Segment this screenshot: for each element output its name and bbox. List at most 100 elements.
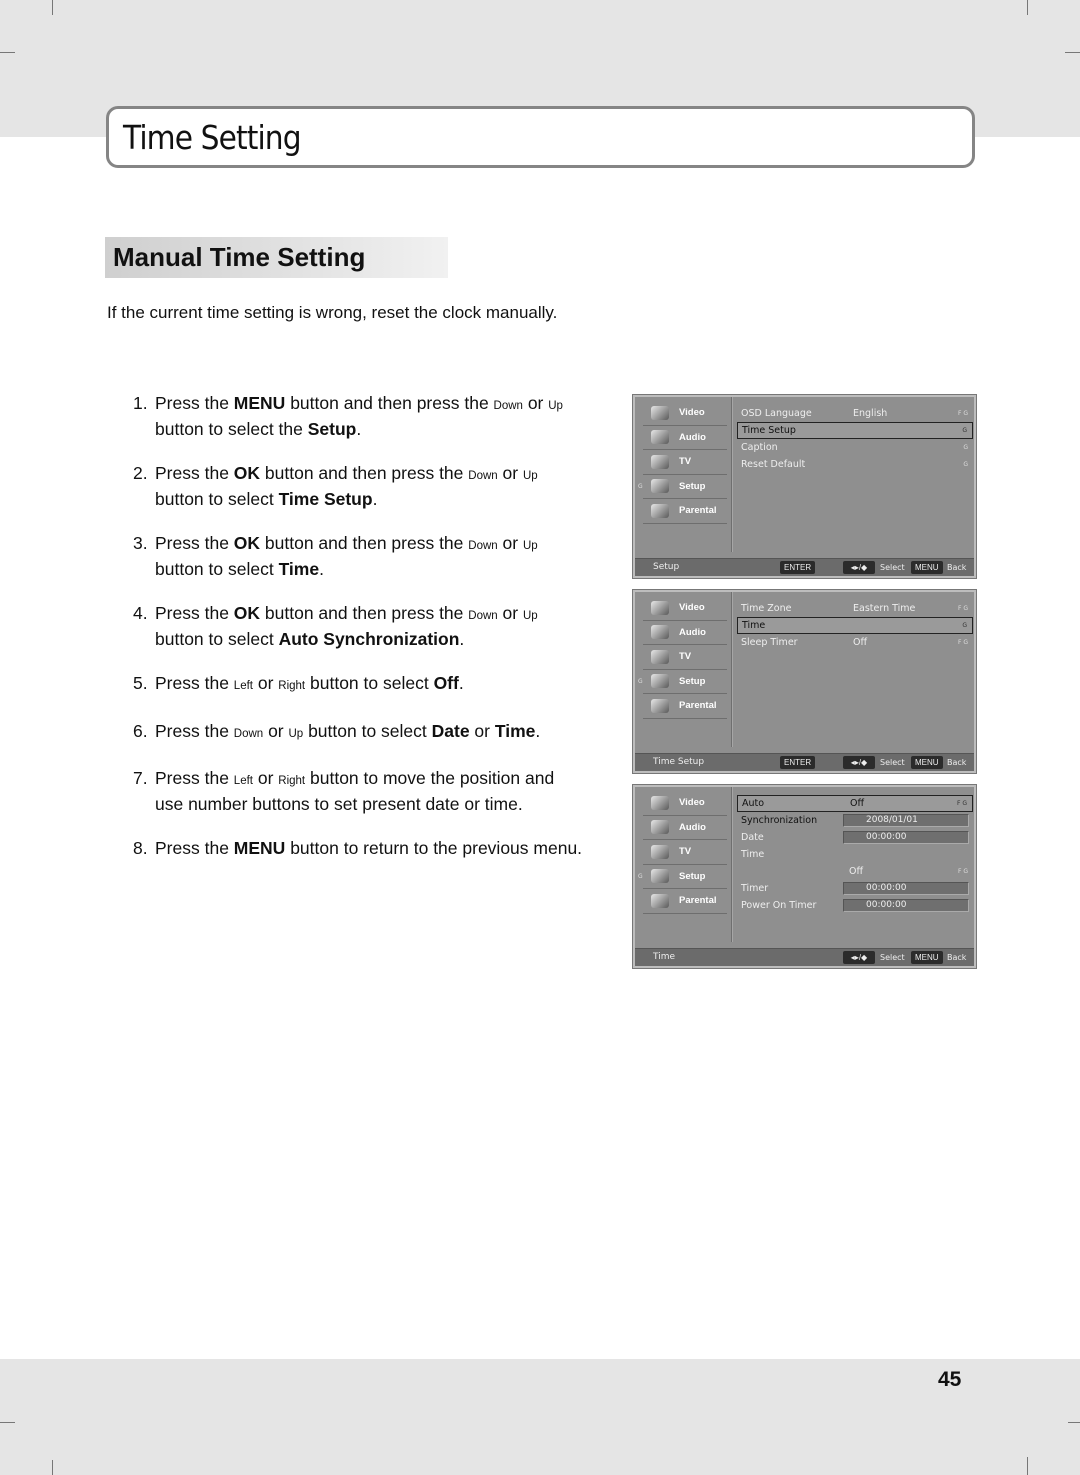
step-button-name: Up: [548, 400, 563, 412]
step-button-name: Left: [233, 680, 253, 692]
osd-row-label: Time: [742, 620, 766, 631]
step-keyword: Auto Synchronization: [278, 628, 460, 649]
step-text-run: button and then press the: [285, 393, 494, 413]
step-text: Press the Left or Right button to move t…: [155, 767, 583, 815]
osd-row-marks: G: [962, 427, 967, 434]
tv-icon: [651, 454, 669, 469]
setup-icon: [651, 674, 669, 689]
osd-menu-row: Off F G: [737, 863, 973, 880]
osd-location: Setup: [653, 562, 680, 572]
step-keyword: Time: [278, 558, 320, 579]
parental-icon: [651, 698, 669, 713]
step-text-run: or: [497, 533, 523, 553]
osd-marker: G: [638, 677, 643, 685]
osd-menu-key: MENU: [911, 561, 943, 574]
osd-row-label: Caption: [741, 442, 778, 453]
osd-divider: [731, 592, 733, 747]
osd-screen-time: Video Audio TV G Setup Parental Auto Off F G Sync…: [632, 784, 977, 969]
osd-select-label: Select: [880, 953, 905, 962]
step-keyword: Setup: [307, 418, 357, 439]
footer-band: [0, 1359, 1080, 1475]
step-text: Press the OK button and then press the D…: [155, 532, 583, 580]
osd-sidebar-item-audio: Audio: [643, 621, 727, 645]
osd-menu-row: Date 00:00:00: [737, 829, 973, 846]
step-text-run: button and then press the: [260, 463, 469, 483]
step-text-run: button to select: [303, 720, 432, 741]
osd-menu-row: Synchronization 2008/01/01: [737, 812, 973, 829]
intro-text: If the current time setting is wrong, re…: [107, 303, 558, 322]
osd-row-label: Auto: [742, 798, 765, 809]
osd-sidebar-label: Setup: [679, 870, 706, 882]
setup-icon: [651, 479, 669, 494]
osd-sidebar-item-video: Video: [643, 791, 727, 816]
step-button-name: Left: [233, 775, 253, 787]
osd-sidebar-item-audio: Audio: [643, 426, 727, 450]
step-item: 5. Press the Left or Right button to sele…: [133, 672, 583, 698]
osd-row-label: Synchronization: [741, 815, 818, 826]
osd-row-field: 00:00:00: [843, 899, 969, 912]
osd-footer: Setup ENTER ◂▸/◆ Select MENU Back: [635, 558, 974, 576]
step-text-run: .: [458, 673, 464, 693]
osd-row-label: Timer: [741, 883, 769, 894]
osd-menu-key: MENU: [911, 951, 943, 964]
step-button-name: Up: [522, 610, 538, 622]
step-text-run: or: [252, 768, 279, 788]
osd-back-label: Back: [947, 563, 967, 572]
step-keyword: OK: [233, 533, 261, 553]
step-item: 8. Press the MENU button to return to the…: [133, 837, 583, 860]
step-text-run: or: [497, 603, 523, 623]
osd-sidebar-item-parental: Parental: [643, 499, 727, 524]
crop-mark: [1027, 1457, 1028, 1475]
page-number: 45: [938, 1368, 962, 1391]
step-text-run: or: [469, 720, 495, 741]
osd-nav-arrows-icon: ◂▸/◆: [843, 951, 875, 964]
osd-sidebar-label: TV: [679, 651, 692, 663]
osd-row-label: Reset Default: [741, 459, 806, 470]
osd-sidebar-item-setup: G Setup: [638, 865, 727, 889]
osd-sidebar-item-setup: G Setup: [638, 670, 727, 694]
osd-footer: Time Setup ENTER ◂▸/◆ Select MENU Back: [635, 753, 974, 771]
osd-footer: Time ◂▸/◆ Select MENU Back: [635, 948, 974, 966]
osd-sidebar-item-video: Video: [643, 596, 727, 621]
step-button-name: Down: [468, 470, 498, 482]
step-keyword: Date: [431, 720, 470, 741]
osd-sidebar-label: Setup: [679, 675, 706, 687]
osd-menu-row: Caption G: [737, 439, 973, 456]
step-text: Press the OK button and then press the D…: [155, 462, 583, 510]
step-button-name: Up: [522, 540, 538, 552]
step-text-run: Press the: [155, 768, 234, 788]
step-item: 7. Press the Left or Right button to move…: [133, 767, 583, 815]
step-text: Press the Down or Up button to select Da…: [155, 720, 583, 746]
osd-row-value: Eastern Time: [853, 603, 916, 614]
osd-row-marks: G: [963, 461, 968, 468]
step-item: 1. Press the MENU button and then press t…: [133, 392, 583, 440]
audio-icon: [651, 430, 669, 445]
page-title-box: Time Setting: [106, 106, 975, 168]
osd-row-label: Time Zone: [741, 603, 792, 614]
step-text-run: Press the: [155, 838, 234, 858]
osd-menu-key: MENU: [911, 756, 943, 769]
osd-row-marks: F G: [957, 605, 968, 612]
osd-nav-arrows-icon: ◂▸/◆: [843, 561, 875, 574]
osd-sidebar-label: TV: [679, 456, 692, 468]
osd-row-marks: F G: [957, 868, 968, 875]
crop-mark: [1027, 0, 1028, 15]
step-text-run: Press the: [155, 463, 234, 483]
step-text-run: or: [522, 393, 549, 413]
step-text-run: button to select the: [155, 418, 308, 439]
osd-menu-row: Sleep Timer Off F G: [737, 634, 973, 651]
step-number: 7.: [133, 768, 148, 788]
osd-row-marks: F G: [956, 800, 967, 807]
step-text-run: button to select: [305, 673, 434, 693]
step-button-name: Down: [468, 610, 498, 622]
step-item: 2. Press the OK button and then press the…: [133, 462, 583, 510]
osd-screen-time-setup: Video Audio TV G Setup Parental Time Zone Easte…: [632, 589, 977, 774]
step-text-run: button to select: [155, 488, 279, 509]
step-text-run: Press the: [155, 393, 234, 413]
osd-sidebar-label: Video: [679, 407, 705, 419]
step-button-name: Up: [522, 470, 538, 482]
step-button-name: Down: [468, 540, 498, 552]
osd-sidebar: Video Audio TV G Setup Parental: [638, 401, 731, 549]
step-button-name: Down: [493, 400, 523, 412]
osd-row-label: Power On Timer: [741, 900, 817, 911]
